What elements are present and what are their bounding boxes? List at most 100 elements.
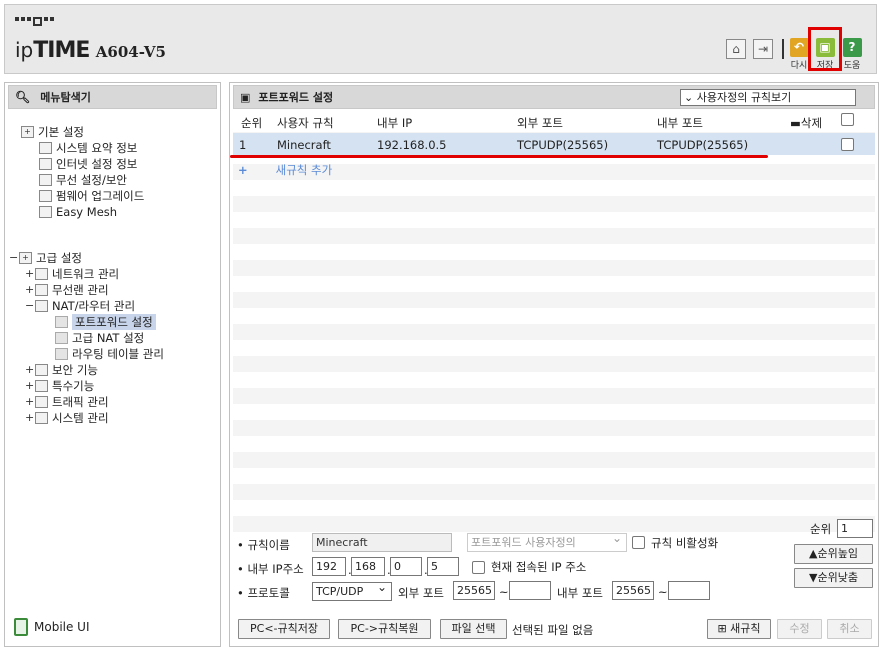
sidebar-item-security[interactable]: + 보안 기능 [25,362,98,377]
rule-name-label: • 규칙이름 [237,538,290,552]
rank-up-button[interactable]: ▲순위높임 [794,544,873,564]
sidebar-item-traffic[interactable]: + 트래픽 관리 [25,394,109,409]
rule-view-select[interactable]: ⌄ 사용자정의 규칙보기 [680,89,856,106]
select-all-checkbox[interactable] [841,113,854,126]
col-rank: 순위 [241,116,263,130]
reload-button[interactable]: ↶ 다시 [788,38,810,71]
mesh-icon [39,205,52,218]
brand-dots-icon [15,17,54,26]
wifi-icon [35,283,48,296]
cancel-button[interactable]: 취소 [827,619,872,639]
page-title: 포트포워드 설정 [258,91,334,104]
new-rule-button[interactable]: ⊞ 새규칙 [707,619,771,639]
table-header: 순위 사용자 규칙 내부 IP 외부 포트 내부 포트 ▬삭제 [233,112,875,132]
ip-octet-3-input[interactable]: 0 [390,557,422,576]
col-delete: ▬삭제 [790,116,823,130]
window-icon: ▣ [240,90,251,104]
reload-icon: ↶ [789,38,809,57]
reload-label: 다시 [790,61,808,71]
col-rule-name: 사용자 규칙 [277,116,334,130]
expand-icon[interactable]: + [25,283,35,296]
pc-restore-button[interactable]: PC->규칙복원 [338,619,431,639]
page-icon [55,347,68,360]
header-bar: ipTIME A604-V5 ⌂ ⇥ ↶ 다시 ▣ 저장 ? 도움 [4,4,877,74]
sidebar-item-easy-mesh[interactable]: Easy Mesh [39,204,117,219]
help-icon: ? [842,38,862,57]
sidebar-item-firmware[interactable]: 펌웨어 업그레이드 [39,188,144,203]
external-port-label: 외부 포트 [398,586,444,600]
external-port-start-input[interactable]: 25565 [453,581,495,600]
wifi-icon [39,173,52,186]
protocol-select[interactable]: TCP/UDP [312,580,392,601]
sidebar-item-wireless-security[interactable]: 무선 설정/보안 [39,172,127,187]
rank-down-button[interactable]: ▼순위낮춤 [794,568,873,588]
row-delete-checkbox[interactable] [841,138,854,151]
mobile-ui-label: Mobile UI [34,620,90,634]
ip-octet-1-input[interactable]: 192 [312,557,346,576]
collapse-icon[interactable]: − [25,299,35,312]
expand-icon[interactable]: + [25,379,35,392]
sidebar-item-wireless-lan[interactable]: + 무선랜 관리 [25,282,109,297]
menu-explorer-header: 🔍︎ 메뉴탐색기 [8,85,217,109]
router-icon [35,299,48,312]
logout-icon[interactable]: ⇥ [753,39,773,59]
sidebar-item-advanced-nat[interactable]: 고급 NAT 설정 [55,330,144,345]
chart-icon [39,141,52,154]
tree-basic-settings[interactable]: + 기본 설정 [21,124,84,139]
expand-icon[interactable]: + [25,267,35,280]
internal-port-end-input[interactable] [668,581,710,600]
rules-table-body [233,132,875,535]
rule-name-input[interactable]: Minecraft [312,533,452,552]
internal-port-start-input[interactable]: 25565 [612,581,654,600]
preset-select[interactable]: 포트포워드 사용자정의 [467,531,627,552]
pc-save-button[interactable]: PC<-규칙저장 [238,619,330,639]
traffic-icon [35,395,48,408]
col-internal-port: 내부 포트 [657,116,703,130]
firmware-icon [39,189,52,202]
rank-label: 순위 [810,522,832,536]
expand-icon[interactable]: + [25,363,35,376]
tree-advanced-settings[interactable]: − + 고급 설정 [9,250,82,265]
current-ip-label: 현재 접속된 IP 주소 [491,560,587,574]
help-label: 도움 [843,61,861,71]
table-row[interactable]: 1 Minecraft 192.168.0.5 TCPUDP(25565) TC… [233,133,875,155]
external-port-end-input[interactable] [509,581,551,600]
page-icon [55,315,68,328]
network-icon [35,267,48,280]
sidebar-item-routing-table[interactable]: 라우팅 테이블 관리 [55,346,164,361]
sidebar-item-port-forward[interactable]: 포트포워드 설정 [55,313,156,330]
modify-button[interactable]: 수정 [777,619,822,639]
sidebar-item-network[interactable]: + 네트워크 관리 [25,266,119,281]
home-icon[interactable]: ⌂ [726,39,746,59]
file-status: 선택된 파일 없음 [512,623,594,637]
sidebar-item-system[interactable]: + 시스템 관리 [25,410,109,425]
sidebar-item-system-summary[interactable]: 시스템 요약 정보 [39,140,137,155]
ip-octet-2-input[interactable]: 168 [351,557,385,576]
sidebar-item-nat-router[interactable]: − NAT/라우터 관리 [25,298,135,313]
collapse-icon[interactable]: − [9,251,19,264]
row-internal-port: TCPUDP(25565) [657,138,749,152]
internal-ip-label: • 내부 IP주소 [237,562,304,576]
add-rule-link[interactable]: + 새규칙 추가 [238,162,332,178]
rule-edit-form: • 규칙이름 Minecraft 포트포워드 사용자정의 규칙 비활성화 • 내… [230,519,880,649]
chevron-down-icon: ⌄ [684,91,694,104]
disable-rule-label: 규칙 비활성화 [651,536,719,550]
protocol-label: • 프로토콜 [237,586,290,600]
expand-icon[interactable]: + [25,411,35,424]
rank-input[interactable]: 1 [837,519,873,538]
sidebar-item-internet-info[interactable]: 인터넷 설정 정보 [39,156,137,171]
page-icon [55,331,68,344]
highlight-underline [230,155,768,158]
system-icon [35,411,48,424]
search-icon: 🔍︎ [15,90,31,104]
lock-icon [35,363,48,376]
internal-port-label: 내부 포트 [557,586,603,600]
help-button[interactable]: ? 도움 [841,38,863,71]
mobile-ui-link[interactable]: Mobile UI [14,618,90,636]
ip-octet-4-input[interactable]: 5 [427,557,459,576]
file-select-button[interactable]: 파일 선택 [440,619,507,639]
expand-icon[interactable]: + [25,395,35,408]
sidebar-item-special[interactable]: + 특수기능 [25,378,94,393]
current-ip-checkbox[interactable] [472,561,485,574]
disable-rule-checkbox[interactable] [632,536,645,549]
